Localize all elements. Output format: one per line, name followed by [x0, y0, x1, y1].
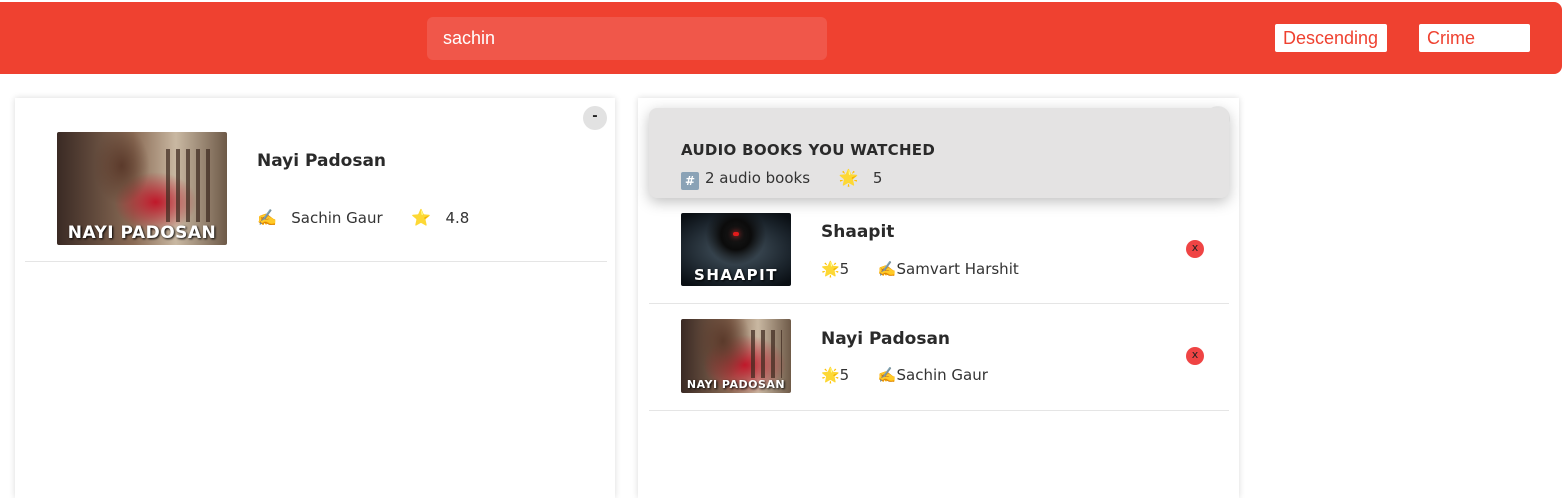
- audiobook-meta: 🌟5 ✍️Samvart Harshit: [821, 260, 1019, 278]
- audiobook-author: ✍️Sachin Gaur: [877, 366, 988, 384]
- remove-button[interactable]: x: [1186, 347, 1204, 365]
- audiobook-author: ✍️Samvart Harshit: [877, 260, 1019, 278]
- audiobook-author: Sachin Gaur: [291, 209, 383, 227]
- watched-panel: - AUDIO BOOKS YOU WATCHED #2 audio books…: [638, 98, 1239, 498]
- watched-summary-title: AUDIO BOOKS YOU WATCHED: [681, 141, 936, 159]
- watched-count: 2 audio books: [705, 169, 811, 187]
- audiobook-cover-image: SHAAPIT: [681, 213, 791, 286]
- audiobook-rating: 🌟5: [821, 366, 850, 384]
- audiobook-cover-image: NAYI PADOSAN: [57, 132, 227, 245]
- hash-icon: #: [681, 172, 699, 190]
- audiobook-rating: 4.8: [445, 209, 470, 227]
- sort-order-select[interactable]: Descending: [1275, 24, 1387, 52]
- cover-caption: NAYI PADOSAN: [686, 378, 786, 391]
- genre-select[interactable]: Crime: [1419, 24, 1530, 52]
- result-item[interactable]: NAYI PADOSAN Nayi Padosan ✍️ Sachin Gaur…: [25, 98, 607, 262]
- audiobook-meta: 🌟5 ✍️Sachin Gaur: [821, 366, 988, 384]
- star-icon: ⭐: [411, 208, 432, 227]
- audiobook-title: Shaapit: [821, 222, 895, 242]
- search-input[interactable]: [427, 17, 827, 60]
- search-results-panel: - NAYI PADOSAN Nayi Padosan ✍️ Sachin Ga…: [15, 98, 615, 498]
- watched-summary-card: AUDIO BOOKS YOU WATCHED #2 audio books 🌟…: [649, 108, 1229, 198]
- remove-button[interactable]: x: [1186, 240, 1204, 258]
- glowing-star-icon: 🌟: [838, 168, 859, 187]
- top-bar: Descending Crime: [0, 2, 1562, 74]
- watched-item[interactable]: SHAAPIT Shaapit 🌟5 ✍️Samvart Harshit x: [649, 197, 1229, 304]
- watched-item[interactable]: NAYI PADOSAN Nayi Padosan 🌟5 ✍️Sachin Ga…: [649, 304, 1229, 411]
- watched-average-rating: 5: [872, 169, 883, 187]
- audiobook-title: Nayi Padosan: [257, 151, 387, 171]
- watched-summary-stats: #2 audio books 🌟 5: [681, 168, 882, 190]
- audiobook-title: Nayi Padosan: [821, 329, 951, 349]
- audiobook-meta: ✍️ Sachin Gaur ⭐ 4.8: [257, 208, 469, 227]
- audiobook-cover-image: NAYI PADOSAN: [681, 319, 791, 393]
- cover-caption: SHAAPIT: [694, 266, 778, 284]
- cover-caption: NAYI PADOSAN: [67, 223, 217, 243]
- writing-hand-icon: ✍️: [257, 208, 277, 227]
- audiobook-rating: 🌟5: [821, 260, 850, 278]
